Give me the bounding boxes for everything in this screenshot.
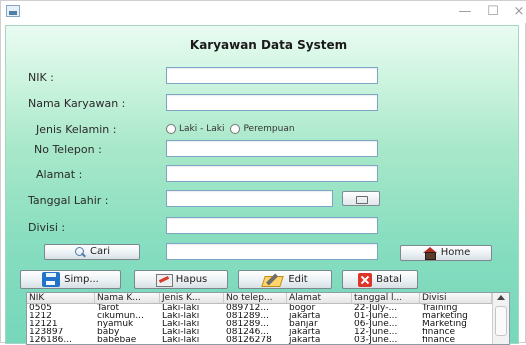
table-cell: Laki-laki [162,312,200,320]
table-header: NIK Nama K... Jenis K... No telep... Ala… [27,293,492,304]
tanggal-lahir-label: Tanggal Lahir : [28,194,109,207]
employee-form-panel: Karyawan Data System NIK : Nama Karyawan… [5,25,519,345]
delete-icon [155,272,173,287]
table-header-divisi: Divisi [420,293,492,303]
delete-button[interactable]: Hapus [134,270,228,289]
search-button[interactable]: Cari [44,244,140,260]
table-cell: 01-June... [354,312,398,320]
gender-option-label: Laki - Laki [179,124,225,134]
edit-button[interactable]: Edit [238,270,332,289]
no-telepon-label: No Telepon : [34,143,102,156]
table-cell: 1212 [29,312,52,320]
edit-button-label: Edit [288,273,308,285]
table-cell: 081289... [226,320,269,328]
table-header-alamat: Alamat [287,293,352,303]
table-cell: nyamuk [97,320,134,328]
radio-icon [166,124,176,134]
table-cell: 081289... [226,312,269,320]
table-cell: Tarot [97,304,120,312]
table-cell: 06-June... [354,320,398,328]
no-telepon-input[interactable] [166,140,378,157]
cancel-button-label: Batal [376,273,402,285]
edit-icon [262,272,284,287]
save-button-label: Simp... [64,273,99,285]
tanggal-lahir-input[interactable] [166,190,333,207]
cancel-button[interactable]: Batal [342,270,418,289]
table-header-jenis-kelamin: Jenis K... [160,293,224,303]
scroll-thumb[interactable] [495,306,507,336]
table-header-no-telepon: No telep... [224,293,287,303]
search-icon [74,246,86,258]
save-icon [42,272,61,287]
close-button[interactable]: × [499,1,526,23]
table-body: 0505 Tarot Laki-laki 089712... bogor 22-… [27,304,492,344]
table-cell: cikumun... [97,312,144,320]
table-row[interactable]: 12121 nyamuk Laki-laki 081289... banjar … [27,320,492,328]
table-header-nik: NIK [27,293,95,303]
table-cell: baby [97,328,120,336]
jenis-kelamin-label: Jenis Kelamin : [36,123,117,136]
home-button-label: Home [440,247,471,258]
table-cell: 123897 [29,328,64,336]
table-cell: 12121 [29,320,58,328]
table-cell: bogor [289,304,316,312]
nik-label: NIK : [28,71,54,84]
gender-radio-group: Laki - Laki Perempuan [166,122,295,136]
app-icon [6,5,20,17]
app-window: — ☐ × Karyawan Data System NIK : Nama Ka… [0,0,526,345]
table-cell: marketing [422,312,468,320]
home-icon [422,247,437,260]
search-button-label: Cari [90,246,110,257]
gender-option-perempuan[interactable]: Perempuan [230,124,295,134]
table-cell: banjar [289,320,318,328]
nama-karyawan-input[interactable] [166,94,378,111]
radio-icon [230,124,241,134]
employee-table[interactable]: NIK Nama K... Jenis K... No telep... Ala… [26,292,510,345]
gender-option-laki[interactable]: Laki - Laki [166,124,224,134]
table-cell: Laki-laki [162,304,200,312]
table-cell: Marketing [422,320,467,328]
alamat-input[interactable] [166,165,378,182]
table-cell: jakarta [289,328,321,336]
table-cell: 089712... [226,304,269,312]
cancel-icon [358,272,373,287]
table-row[interactable]: 1212 cikumun... Laki-laki 081289... jaka… [27,312,492,320]
window-titlebar: — ☐ × [1,1,526,23]
divisi-label: Divisi : [28,221,66,234]
nik-input[interactable] [166,67,378,84]
table-scrollbar[interactable] [492,293,509,344]
page-title: Karyawan Data System [189,38,348,52]
gender-option-label: Perempuan [243,124,295,134]
table-cell: Training [422,304,458,312]
table-cell: finance [422,328,456,336]
table-cell: 22-July-... [354,304,398,312]
table-row[interactable]: 0505 Tarot Laki-laki 089712... bogor 22-… [27,304,492,312]
nama-karyawan-label: Nama Karyawan : [28,97,126,110]
table-header-nama: Nama K... [95,293,160,303]
table-cell: 0505 [29,304,52,312]
table-header-tanggal-lahir: tanggal l... [352,293,420,303]
table-cell: Laki-laki [162,328,200,336]
table-cell: jakarta [289,312,321,320]
search-input[interactable] [166,243,378,260]
table-row[interactable]: 123897 baby Laki-laki 081246... jakarta … [27,328,492,336]
divisi-input[interactable] [166,217,378,234]
scroll-up-icon[interactable] [497,295,505,300]
delete-button-label: Hapus [175,273,208,285]
table-cell: Laki-laki [162,320,200,328]
calendar-button[interactable] [342,191,380,206]
table-cell: 12-June... [354,328,398,336]
save-button[interactable]: Simp... [20,270,121,289]
table-cell: 081246... [226,328,269,336]
alamat-label: Alamat : [36,168,83,181]
home-button[interactable]: Home [400,245,492,261]
